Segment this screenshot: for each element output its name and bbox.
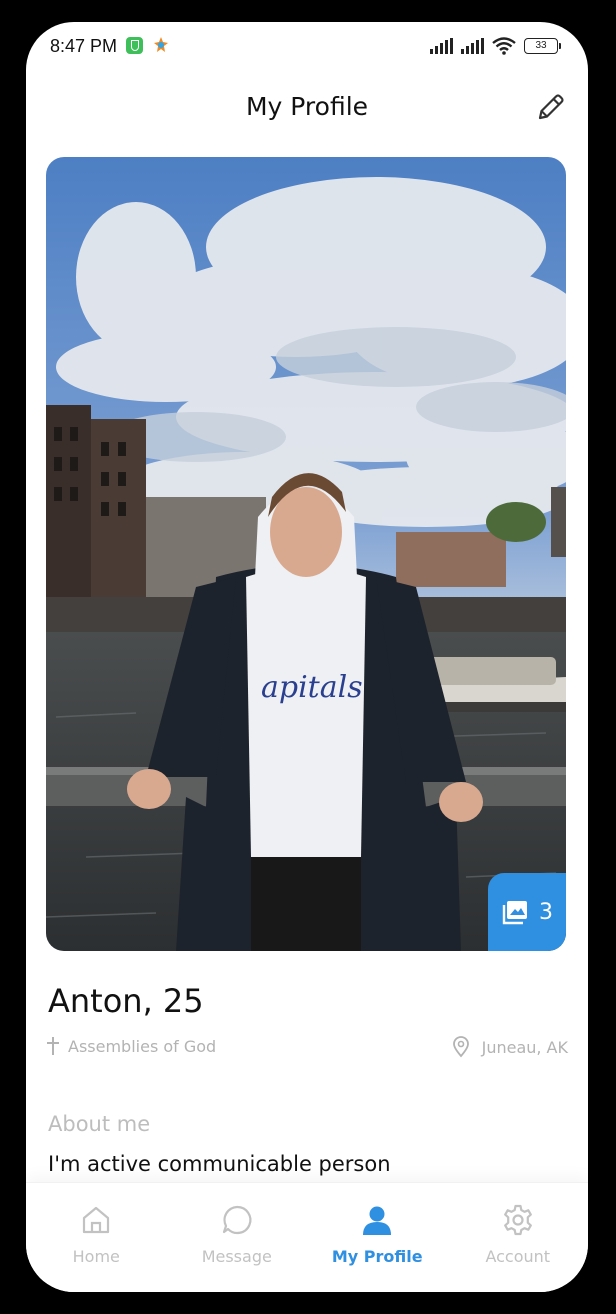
- nav-item-home[interactable]: Home: [26, 1183, 167, 1292]
- nav-label-message: Message: [201, 1247, 272, 1266]
- location-pin-icon: [452, 1036, 469, 1058]
- cross-icon: [47, 1037, 59, 1055]
- profile-name-age: Anton, 25: [48, 982, 204, 1020]
- status-time: 8:47 PM: [50, 36, 118, 56]
- page-title: My Profile: [245, 92, 369, 121]
- nav-item-my-profile[interactable]: My Profile: [307, 1183, 448, 1292]
- nav-label-my-profile: My Profile: [331, 1247, 423, 1266]
- religion-info: Assemblies of God: [46, 1036, 216, 1056]
- religion-text: Assemblies of God: [68, 1036, 217, 1056]
- bottom-navigation: Home Message My Profile Account: [26, 1182, 588, 1292]
- gear-icon: [503, 1204, 532, 1236]
- battery-icon: 33: [524, 38, 561, 54]
- signal-icon: [430, 38, 453, 54]
- location-text: Juneau, AK: [481, 1037, 568, 1057]
- home-icon: [83, 1206, 110, 1234]
- photo-gallery-button[interactable]: 3: [488, 873, 566, 951]
- signal-icon-2: [461, 38, 484, 54]
- wifi-icon: [492, 37, 516, 55]
- status-bar: 8:47 PM 33: [26, 22, 588, 70]
- about-me-heading: About me: [48, 1112, 151, 1136]
- shield-icon: [126, 37, 143, 54]
- nav-item-account[interactable]: Account: [448, 1183, 589, 1292]
- location-info: Juneau, AK: [452, 1036, 568, 1058]
- message-icon: [222, 1205, 252, 1235]
- image-gallery-icon: [502, 901, 527, 925]
- nav-label-account: Account: [485, 1247, 551, 1266]
- nav-item-message[interactable]: Message: [167, 1183, 308, 1292]
- profile-photo[interactable]: apitals 3: [46, 157, 566, 951]
- app-notification-icon: [154, 37, 168, 52]
- nav-label-home: Home: [72, 1247, 120, 1266]
- photo-image: apitals: [46, 157, 566, 951]
- edit-pencil-icon[interactable]: [534, 90, 568, 124]
- profile-icon: [363, 1206, 392, 1235]
- status-icons: 33: [430, 37, 561, 55]
- about-me-text: I'm active communicable person: [48, 1152, 391, 1176]
- gallery-count: 3: [539, 899, 553, 925]
- svg-text:apitals: apitals: [261, 670, 363, 705]
- phone-screen: 8:47 PM 33 My Profile apitals 3 Anton, 2…: [26, 22, 588, 1292]
